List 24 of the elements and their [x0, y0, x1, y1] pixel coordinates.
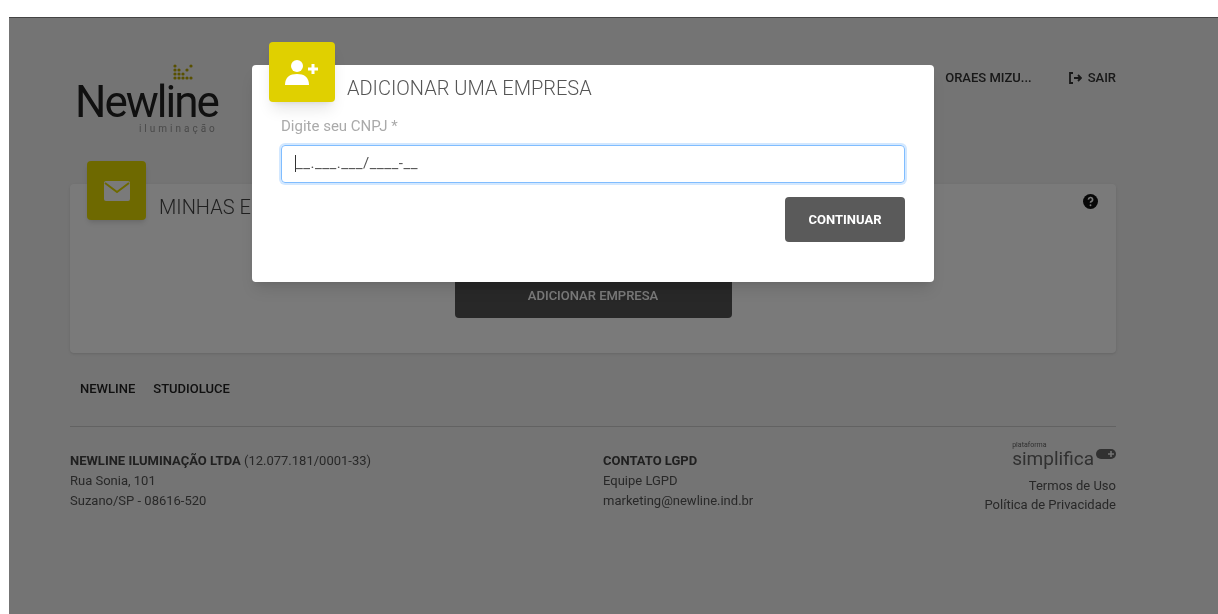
- user-plus-icon: [285, 59, 319, 85]
- toggle-plus-icon: [1096, 448, 1116, 459]
- company-name: NEWLINE ILUMINAÇÃO LTDA (12.077.181/0001-33): [70, 451, 373, 470]
- cnpj-label: Digite seu CNPJ *: [281, 116, 399, 137]
- envelope-icon: [103, 180, 130, 201]
- user-name[interactable]: ORAES MIZU...: [945, 68, 1032, 88]
- nav-link[interactable]: STUDIOLUCE: [153, 379, 230, 399]
- contact-line: Equipe LGPD: [603, 471, 679, 490]
- contact-title: CONTATO LGPD: [603, 451, 699, 470]
- logout-icon: [1067, 71, 1082, 84]
- brand-name: simplifica: [1012, 448, 1094, 469]
- help-icon[interactable]: [1083, 194, 1098, 209]
- modal-title: ADICIONAR UMA EMPRESA: [347, 75, 592, 102]
- card-title: MINHAS E: [159, 194, 251, 221]
- address-line: Rua Sonia, 101: [70, 471, 157, 490]
- logout-link[interactable]: SAIR: [1067, 68, 1116, 88]
- address-line: Suzano/SP - 08616-520: [70, 491, 208, 510]
- footer-link[interactable]: Termos de Uso: [1028, 475, 1116, 495]
- nav-link[interactable]: NEWLINE: [80, 379, 136, 399]
- continue-button[interactable]: CONTINUAR: [785, 197, 905, 242]
- logo-text: Newline: [75, 80, 218, 124]
- footer-link[interactable]: Política de Privacidade: [984, 494, 1116, 514]
- contact-line: marketing@newline.ind.br: [603, 491, 755, 510]
- cnpj-input[interactable]: __.___.___/____-__: [281, 144, 905, 183]
